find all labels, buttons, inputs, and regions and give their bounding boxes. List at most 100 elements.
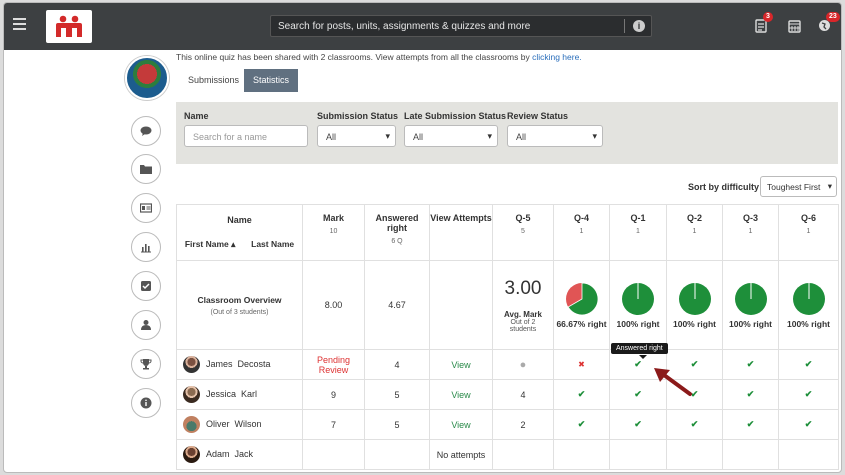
overview-view-empty	[429, 260, 493, 350]
q-label: Q-2	[686, 213, 702, 223]
first-name: James	[206, 358, 233, 369]
q-label: Q-4	[573, 213, 589, 223]
pie-label: 100% right	[616, 318, 660, 329]
answered-cell: 5	[364, 409, 430, 440]
pie-chart	[565, 282, 598, 315]
filter-panel: Name Search for a name Submission Status…	[176, 102, 838, 164]
notes-icon[interactable]: 3	[755, 12, 773, 34]
answer-mark: ✔	[609, 409, 667, 440]
answer-tooltip: Answered right	[611, 343, 668, 359]
sidebar-info[interactable]	[131, 388, 161, 418]
no-attempts-cell: No attempts	[429, 439, 493, 470]
table-row: Adam Jack No attempts	[176, 439, 839, 470]
sidebar-stats[interactable]	[131, 232, 161, 262]
view-attempts-label: View Attempts	[430, 213, 492, 223]
answer-mark: ✔	[553, 379, 610, 410]
answer-mark: ✔	[722, 409, 779, 440]
info-circle-icon	[140, 397, 152, 409]
review-status-select[interactable]: All	[507, 125, 603, 147]
q6-header: Q-6 1	[778, 204, 839, 261]
q1-header: Q-1 1	[609, 204, 667, 261]
q-sub: 1	[636, 228, 640, 235]
q5-header: Q-5 5	[492, 204, 554, 261]
view-link[interactable]: View	[429, 379, 493, 410]
answer-mark: ✔	[722, 349, 779, 380]
answered-header: Answered right 6 Q	[364, 204, 430, 261]
review-status-label: Review Status	[507, 111, 569, 121]
notes-badge: 3	[763, 12, 773, 22]
notifications-icon[interactable]: 23	[818, 12, 840, 34]
avatar	[183, 356, 200, 373]
avg-mark-label: Avg. Mark	[504, 309, 542, 319]
sidebar-awards[interactable]	[131, 349, 161, 379]
answer-mark: ✔	[778, 409, 839, 440]
view-attempts-header: View Attempts	[429, 204, 493, 261]
overview-subtitle: (Out of 3 students)	[210, 308, 269, 316]
answer-mark: ✔	[778, 379, 839, 410]
tab-submissions[interactable]: Submissions	[179, 69, 248, 92]
calendar-icon[interactable]	[788, 19, 802, 34]
overview-avg-cell: 3.00 Avg. Mark Out of 2 students	[492, 260, 554, 350]
view-link[interactable]: View	[429, 409, 493, 440]
mark-cell: Pending Review	[302, 349, 365, 380]
q-sub: 1	[748, 228, 753, 235]
avatar	[183, 416, 200, 433]
q4-header: Q-4 1	[553, 204, 610, 261]
q-sub: 5	[521, 228, 525, 235]
info-icon[interactable]: i	[633, 20, 645, 32]
answer-mark: ✖	[553, 349, 610, 380]
first-name: Jessica	[206, 388, 237, 399]
statistics-table: Name First Name ▴ Last Name Mark 10 Answe…	[176, 204, 839, 470]
share-link[interactable]: clicking here.	[532, 52, 582, 62]
tab-statistics[interactable]: Statistics	[244, 69, 299, 92]
submission-status-select[interactable]: All	[317, 125, 396, 147]
name-filter-label: Name	[184, 111, 209, 121]
q-label: Q-1	[630, 213, 646, 223]
pie-label: 100% right	[729, 318, 772, 329]
last-name-sort[interactable]: Last Name	[251, 239, 294, 250]
notifications-badge: 23	[826, 12, 840, 22]
first-name: Oliver	[206, 418, 230, 429]
answer-mark	[609, 439, 667, 470]
q5-cell: 2	[492, 409, 554, 440]
mark-header: Mark 10	[302, 204, 365, 261]
header-row: Name First Name ▴ Last Name Mark 10 Answe…	[176, 204, 839, 261]
sidebar-comments[interactable]	[131, 116, 161, 146]
q5-cell	[492, 439, 554, 470]
share-text: This online quiz has been shared with 2 …	[176, 52, 533, 62]
pie-cell-q4: 66.67% right	[553, 260, 610, 350]
quiz-avatar	[125, 56, 169, 100]
sidebar-folder[interactable]	[131, 154, 161, 184]
sidebar-people[interactable]	[131, 310, 161, 340]
search-bar[interactable]: Search for posts, units, assignments & q…	[270, 15, 652, 37]
table-row: James Decosta Pending Review 4 View ● ✖ …	[176, 349, 839, 380]
sidebar-card[interactable]	[131, 193, 161, 223]
sort-select[interactable]: Toughest First	[760, 176, 837, 197]
last-name: Jack	[234, 448, 254, 459]
menu-icon[interactable]	[13, 18, 26, 30]
q-sub: 1	[579, 228, 584, 235]
late-status-select[interactable]: All	[404, 125, 498, 147]
answer-mark: ✔	[722, 379, 779, 410]
last-name: Wilson	[234, 418, 262, 429]
sort-label: Sort by difficulty	[688, 182, 760, 192]
pie-label: 100% right	[673, 318, 716, 329]
logo[interactable]	[46, 10, 92, 43]
folder-icon	[140, 165, 152, 174]
answered-header-label: Answered right	[375, 213, 419, 233]
q-sub: 1	[692, 228, 697, 235]
table-row: Jessica Karl 9 5 View 4 ✔ ✔ ✔ ✔ ✔	[176, 379, 839, 410]
q2-header: Q-2 1	[666, 204, 723, 261]
pie-chart	[622, 282, 654, 315]
name-search-input[interactable]: Search for a name	[184, 125, 308, 147]
mark-cell: 9	[302, 379, 365, 410]
student-name: Oliver Wilson	[176, 409, 303, 440]
answer-mark	[666, 439, 723, 470]
pie-label: 100% right	[787, 318, 830, 329]
sidebar-tasks[interactable]	[131, 271, 161, 301]
view-link[interactable]: View	[429, 349, 493, 380]
search-placeholder: Search for posts, units, assignments & q…	[278, 21, 531, 32]
name-header: Name First Name ▴ Last Name	[176, 204, 303, 261]
table-row: Oliver Wilson 7 5 View 2 ✔ ✔ ✔ ✔ ✔	[176, 409, 839, 440]
first-name-sort[interactable]: First Name ▴	[185, 239, 236, 250]
